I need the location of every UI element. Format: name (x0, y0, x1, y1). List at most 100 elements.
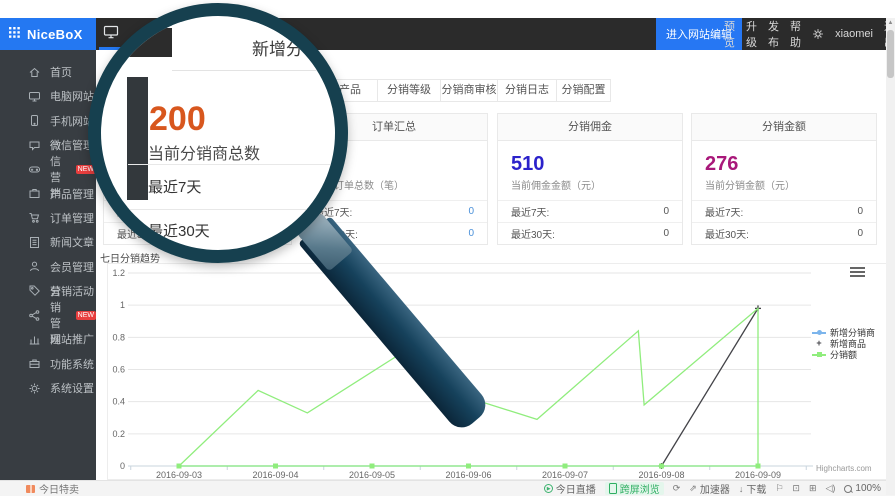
cart-icon (28, 211, 41, 224)
app-logo[interactable]: NiceBoX (0, 18, 96, 50)
legend-label: 分销额 (830, 348, 857, 361)
sidebar-item-distribution[interactable]: 分销管理 NEW (0, 303, 96, 327)
sidebar-item-members[interactable]: 会员管理 (0, 254, 96, 278)
sidebar-item-label: 产品管理 (50, 186, 94, 202)
gear-icon (28, 382, 41, 395)
legend-plus-glyph: + (812, 339, 826, 348)
history-icon[interactable]: ⟳ (673, 483, 681, 494)
card-row: 最近30天:0 (498, 222, 682, 244)
sidebar-item-news[interactable]: 新闻文章 (0, 230, 96, 254)
share-icon[interactable]: ⊡ (792, 483, 800, 494)
sidebar-item-wechat-manage[interactable]: 微信管理 (0, 133, 96, 157)
sidebar-item-promotion[interactable]: 网站推广 (0, 327, 96, 351)
svg-text:0.6: 0.6 (112, 365, 125, 375)
magnifier-lens: 新增分销商 200 当前分销商总数 最近7天 最近30天 (88, 3, 348, 263)
download-arrow-icon: ↓ (739, 484, 744, 494)
sidebar-item-wechat-marketing[interactable]: 微信营销 NEW (0, 157, 96, 181)
legend-line-square-glyph (812, 354, 826, 356)
sidebar-item-label: 系统设置 (50, 380, 94, 396)
sidebar-item-orders[interactable]: 订单管理 (0, 206, 96, 230)
scrollbar-thumb[interactable] (887, 30, 894, 78)
tag-icon (28, 284, 41, 297)
svg-text:0.2: 0.2 (112, 429, 125, 439)
chart-menu-icon[interactable] (850, 267, 865, 278)
phone-icon (28, 114, 41, 127)
lens-row-30days: 最近30天 (148, 220, 210, 241)
bar-chart-icon (28, 333, 41, 346)
legend-line-circle-glyph (812, 332, 826, 334)
logo-text: NiceBoX (27, 27, 83, 42)
svg-text:2016-09-08: 2016-09-08 (638, 470, 684, 479)
username[interactable]: xiaomei (835, 28, 873, 40)
live-today-button[interactable]: ▶今日直播 (544, 481, 596, 496)
toolbox-icon (28, 357, 41, 370)
lens-divider (128, 164, 335, 165)
share-nodes-icon (28, 309, 41, 322)
sidebar-item-label: 功能系统 (50, 356, 94, 372)
todays-sale-label: 今日特卖 (39, 481, 79, 496)
accelerator-button[interactable]: ⇗加速器 (689, 481, 730, 496)
page-scrollbar[interactable] (886, 18, 895, 495)
lens-navbar-band (101, 28, 172, 57)
menu-publish[interactable]: 发布 (768, 18, 779, 50)
person-icon (28, 260, 41, 273)
tab-distribution-config[interactable]: 分销配置 (557, 79, 611, 102)
svg-text:2016-09-04: 2016-09-04 (252, 470, 298, 479)
phone-icon (609, 483, 617, 494)
scrollbar-up-arrow[interactable]: ▲ (886, 19, 895, 28)
chart-legend: 新增分销商 + 新增商品 分销额 (812, 327, 875, 360)
settings-gear-icon[interactable] (812, 28, 824, 41)
distribution-tabs: 分销产品 分销等级 分销商审核 分销日志 分销配置 (300, 79, 611, 102)
trend-chart: 00.20.40.60.811.22016-09-032016-09-04201… (107, 263, 887, 480)
sidebar-item-mobile-site[interactable]: 手机网站 (0, 109, 96, 133)
download-button[interactable]: ↓下载 (739, 481, 767, 496)
lens-sidebar-strip (127, 77, 148, 200)
card-row: 最近7天:0 (498, 200, 682, 222)
zoom-level[interactable]: 100% (844, 483, 881, 494)
card-distribution-commission: 分销佣金 510 当前佣金金额（元） 最近7天:0 最近30天:0 (497, 113, 683, 245)
chat-bubble-icon (28, 139, 41, 152)
svg-text:2016-09-06: 2016-09-06 (445, 470, 491, 479)
sidebar-item-function-system[interactable]: 功能系统 (0, 352, 96, 376)
card-value: 510 (511, 153, 682, 175)
rocket-icon: ⇗ (689, 483, 697, 494)
card-title: 分销佣金 (498, 114, 682, 141)
sidebar-item-products[interactable]: 产品管理 (0, 181, 96, 205)
card-value: 276 (705, 153, 876, 175)
legend-item-distribution-amount[interactable]: 分销额 (812, 349, 875, 360)
flag-icon[interactable]: ⚐ (775, 483, 783, 494)
sidebar-item-label: 首页 (50, 64, 72, 80)
menu-upgrade[interactable]: 升级 (746, 18, 757, 50)
bottom-bar-tools: ▶今日直播 跨屏浏览 ⟳ ⇗加速器 ↓下载 ⚐ ⊡ ⊞ ◁) 100% (544, 481, 881, 496)
svg-text:0.8: 0.8 (112, 332, 125, 342)
sidebar-item-settings[interactable]: 系统设置 (0, 376, 96, 400)
tab-distribution-levels[interactable]: 分销等级 (378, 79, 441, 102)
lens-row-7days: 最近7天 (148, 176, 201, 197)
speaker-icon[interactable]: ◁) (826, 483, 836, 494)
sidebar-item-label: 新闻文章 (50, 234, 94, 250)
lens-card-title: 新增分销商 (252, 35, 337, 60)
sidebar-item-home[interactable]: 首页 (0, 60, 96, 84)
card-caption: 当前分销金额（元） (705, 177, 876, 192)
new-badge: NEW (76, 311, 96, 320)
monitor-icon (28, 90, 41, 103)
svg-text:0.4: 0.4 (112, 397, 125, 407)
cross-screen-button[interactable]: 跨屏浏览 (605, 482, 664, 495)
window-icon[interactable]: ⊞ (809, 483, 817, 494)
sidebar-item-marketing-activity[interactable]: 营销活动 (0, 279, 96, 303)
todays-sale-link[interactable]: 今日特卖 (26, 481, 79, 496)
lens-value: 200 (149, 100, 206, 139)
tab-distribution-logs[interactable]: 分销日志 (498, 79, 557, 102)
card-row: 最近7天:0 (692, 200, 876, 222)
menu-help[interactable]: 帮助 (790, 18, 801, 50)
sidebar-item-pc-site[interactable]: 电脑网站 (0, 84, 96, 108)
card-caption: 当前订单总数（笔） (314, 177, 487, 192)
menu-preview[interactable]: 预览 (724, 18, 735, 50)
svg-text:0: 0 (120, 461, 125, 471)
svg-text:2016-09-07: 2016-09-07 (542, 470, 588, 479)
svg-text:1: 1 (120, 300, 125, 310)
card-title: 分销金额 (692, 114, 876, 141)
tab-distributor-review[interactable]: 分销商审核 (441, 79, 498, 102)
chart-plot-area: 00.20.40.60.811.22016-09-032016-09-04201… (108, 264, 886, 479)
chart-credits[interactable]: Highcharts.com (816, 464, 872, 473)
